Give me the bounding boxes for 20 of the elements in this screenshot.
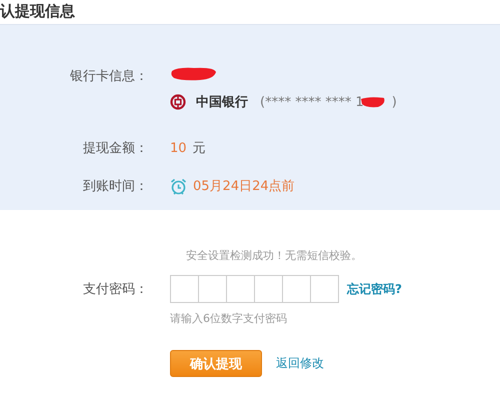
card-number-end: ): [392, 94, 397, 110]
bank-logo-icon: [170, 94, 186, 110]
arrival-time: 05月24日24点前: [193, 178, 295, 195]
redaction-mark: [170, 67, 218, 81]
back-link[interactable]: 返回修改: [276, 355, 324, 372]
password-hint: 请输入6位数字支付密码: [170, 311, 288, 326]
amount-value: 10: [170, 140, 187, 156]
security-notice: 安全设置检测成功！无需短信校验。: [186, 248, 363, 263]
card-number: (**** **** **** 1: [260, 94, 364, 110]
page-title: 认提现信息: [0, 1, 76, 22]
field-label: 支付密码：: [82, 281, 148, 298]
field-label: 提现金额：: [82, 140, 148, 157]
field-label: 银行卡信息：: [69, 68, 148, 85]
bank-name: 中国银行: [196, 94, 248, 111]
field-label: 到账时间：: [82, 178, 148, 195]
alarm-clock-icon: [170, 178, 187, 194]
confirm-button[interactable]: 确认提现: [170, 350, 262, 377]
password-field[interactable]: [170, 275, 339, 303]
forgot-password-link[interactable]: 忘记密码?: [347, 280, 402, 298]
currency-unit: 元: [192, 140, 206, 157]
